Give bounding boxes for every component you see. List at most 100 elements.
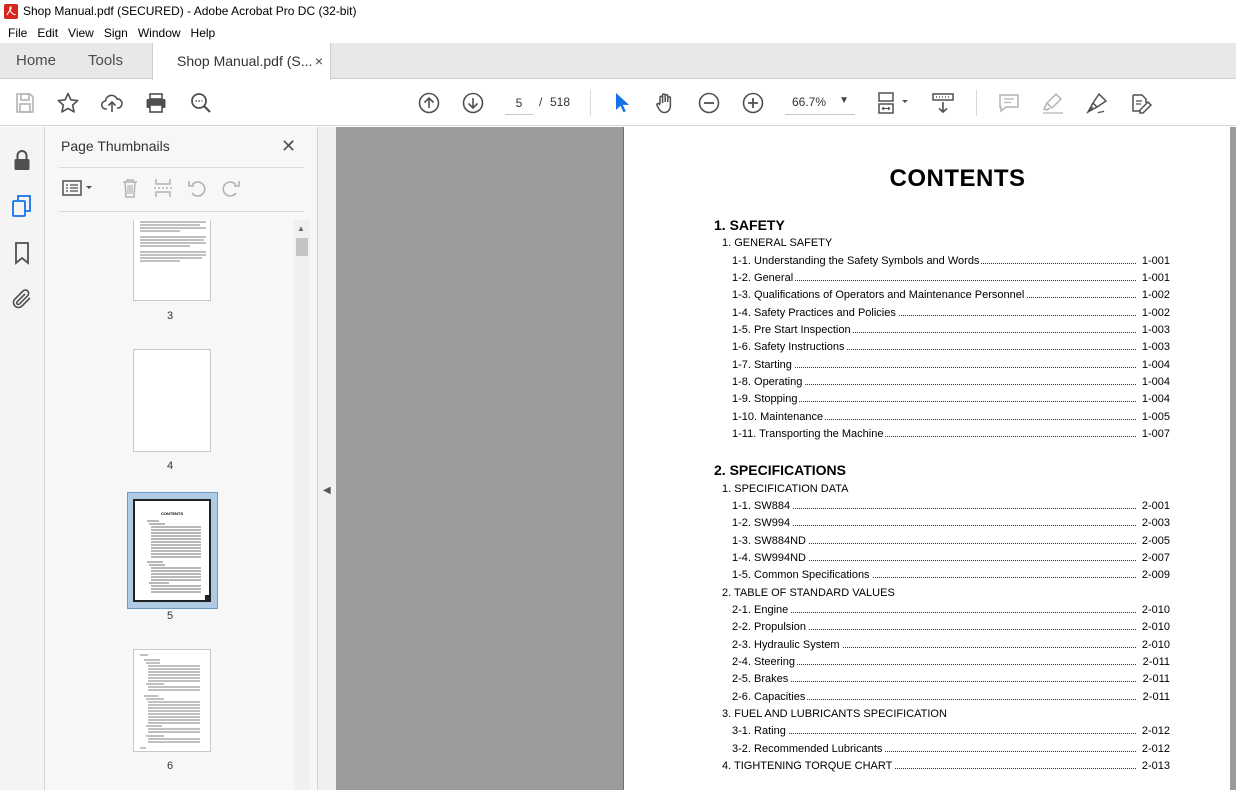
- insert-page-icon[interactable]: [152, 177, 174, 199]
- toc-group-title: 3. FUEL AND LUBRICANTS SPECIFICATION: [722, 708, 947, 720]
- thumbnail-preview: [140, 221, 206, 262]
- scroll-mode-icon[interactable]: [931, 91, 955, 115]
- thumbnail-scrollbar[interactable]: ▲: [294, 220, 310, 790]
- toc-entry[interactable]: 2-6. Capacities 2-011: [732, 691, 1170, 705]
- search-zoom-icon[interactable]: [189, 91, 213, 115]
- star-icon[interactable]: [56, 91, 80, 115]
- page-separator: /: [539, 95, 543, 109]
- menu-bar: File Edit View Sign Window Help: [0, 22, 1236, 43]
- toc-entry[interactable]: 1-11. Transporting the Machine 1-007: [732, 428, 1170, 442]
- zoom-in-icon[interactable]: [741, 91, 765, 115]
- left-navigation-rail: [0, 127, 45, 790]
- toc-group-title: 1. SPECIFICATION DATA: [722, 483, 849, 495]
- toc-entry[interactable]: 1-1. Understanding the Safety Symbols an…: [732, 255, 1170, 269]
- main-toolbar: / 518 66.7% ▼: [0, 80, 1236, 126]
- page-fit-icon[interactable]: [876, 91, 912, 115]
- tab-tools[interactable]: Tools: [88, 43, 123, 79]
- next-page-icon[interactable]: [461, 91, 485, 115]
- print-icon[interactable]: [144, 91, 168, 115]
- thumbnail-page-6[interactable]: [133, 649, 211, 752]
- toc-section-title: 1. SAFETY: [714, 217, 785, 233]
- toc-group-title: 2. TABLE OF STANDARD VALUES: [722, 587, 895, 599]
- page-thumbnails-panel: Page Thumbnails ✕ 3 4 CONTENTS 5 6 ▲: [45, 127, 317, 790]
- toc-entry[interactable]: 3-1. Rating 2-012: [732, 725, 1170, 739]
- options-menu-icon[interactable]: [61, 177, 97, 199]
- panel-divider: [59, 167, 304, 168]
- toc-entry[interactable]: 1-5. Common Specifications 2-009: [732, 569, 1170, 583]
- tab-document-label: Shop Manual.pdf (S...: [177, 53, 313, 69]
- lock-icon[interactable]: [10, 148, 34, 172]
- highlighter-icon[interactable]: [1041, 91, 1065, 115]
- toc-entry[interactable]: 4. TIGHTENING TORQUE CHART 2-013: [722, 760, 1170, 774]
- thumbnail-page-3[interactable]: [133, 220, 211, 301]
- toc-entry[interactable]: 1-7. Starting 1-004: [732, 359, 1170, 373]
- upload-cloud-icon[interactable]: [100, 91, 124, 115]
- toc-entry[interactable]: 3-2. Recommended Lubricants 2-012: [732, 743, 1170, 757]
- panel-close-button[interactable]: ✕: [281, 136, 296, 157]
- toc-entry[interactable]: 1-2. General 1-001: [732, 272, 1170, 286]
- toc-entry[interactable]: 2-2. Propulsion 2-010: [732, 621, 1170, 635]
- window-title: Shop Manual.pdf (SECURED) - Adobe Acroba…: [23, 4, 357, 18]
- tab-close-button[interactable]: ×: [315, 43, 323, 79]
- rotate-clockwise-icon[interactable]: [220, 177, 242, 199]
- document-view[interactable]: CONTENTS 1. SAFETY 1. GENERAL SAFETY 1-1…: [336, 127, 1236, 790]
- page-total: 518: [550, 95, 571, 109]
- toc-entry[interactable]: 2-4. Steering 2-011: [732, 656, 1170, 670]
- delete-page-icon[interactable]: [119, 177, 141, 199]
- tab-home[interactable]: Home: [16, 43, 56, 79]
- menu-window[interactable]: Window: [133, 26, 186, 40]
- panel-splitter[interactable]: ◀: [317, 127, 336, 790]
- attachment-paperclip-icon[interactable]: [10, 287, 34, 311]
- toc-entry[interactable]: 2-5. Brakes 2-011: [732, 673, 1170, 687]
- scrollbar-thumb[interactable]: [296, 238, 308, 256]
- toc-entry[interactable]: 1-6. Safety Instructions 1-003: [732, 341, 1170, 355]
- thumbnail-label: 3: [166, 310, 174, 322]
- menu-file[interactable]: File: [3, 26, 32, 40]
- toc-entry[interactable]: 1-2. SW994 2-003: [732, 517, 1170, 531]
- toc-entry[interactable]: 2-3. Hydraulic System 2-010: [732, 639, 1170, 653]
- toc-entry[interactable]: 2-1. Engine 2-010: [732, 604, 1170, 618]
- save-icon[interactable]: [13, 91, 37, 115]
- toc-entry[interactable]: 1-1. SW884 2-001: [732, 500, 1170, 514]
- select-cursor-icon[interactable]: [609, 91, 633, 115]
- hand-tool-icon[interactable]: [653, 91, 677, 115]
- sign-pen-icon[interactable]: [1085, 91, 1109, 115]
- page-number-input[interactable]: [505, 91, 533, 115]
- toc-section-title: 2. SPECIFICATIONS: [714, 462, 846, 478]
- menu-view[interactable]: View: [63, 26, 99, 40]
- previous-page-icon[interactable]: [417, 91, 441, 115]
- toc-entry[interactable]: 1-4. SW994ND 2-007: [732, 552, 1170, 566]
- thumbnail-preview: CONTENTS: [147, 511, 209, 600]
- thumbnail-page-4[interactable]: [133, 349, 211, 452]
- toc-entry[interactable]: 1-3. Qualifications of Operators and Mai…: [732, 289, 1170, 303]
- chevron-down-icon: ▼: [839, 95, 849, 106]
- tab-document[interactable]: Shop Manual.pdf (S... ×: [152, 43, 331, 80]
- thumbnail-label: 4: [166, 460, 174, 472]
- toc-entry[interactable]: 1-10. Maintenance 1-005: [732, 411, 1170, 425]
- zoom-dropdown[interactable]: 66.7% ▼: [785, 91, 855, 115]
- toc-entry[interactable]: 1-5. Pre Start Inspection 1-003: [732, 324, 1170, 338]
- toolbar-divider: [976, 90, 977, 116]
- zoom-out-icon[interactable]: [697, 91, 721, 115]
- thumbnail-label: 6: [166, 760, 174, 772]
- menu-sign[interactable]: Sign: [99, 26, 133, 40]
- toc-entry[interactable]: 1-4. Safety Practices and Policies 1-002: [732, 307, 1170, 321]
- scroll-up-arrow-icon[interactable]: ▲: [297, 224, 305, 233]
- toc-entry[interactable]: 1-3. SW884ND 2-005: [732, 535, 1170, 549]
- edit-pdf-icon[interactable]: [1129, 91, 1153, 115]
- tab-bar: Home Tools Shop Manual.pdf (S... ×: [0, 43, 1236, 80]
- menu-help[interactable]: Help: [186, 26, 221, 40]
- comment-icon[interactable]: [997, 91, 1021, 115]
- toc-entry[interactable]: 1-9. Stopping 1-004: [732, 393, 1170, 407]
- toc-entry[interactable]: 1-8. Operating 1-004: [732, 376, 1170, 390]
- menu-edit[interactable]: Edit: [32, 26, 63, 40]
- thumbnail-toolbar: [59, 174, 304, 204]
- pdf-page: CONTENTS 1. SAFETY 1. GENERAL SAFETY 1-1…: [623, 127, 1230, 790]
- bookmark-icon[interactable]: [10, 241, 34, 265]
- toc-group-title: 1. GENERAL SAFETY: [722, 237, 833, 249]
- collapse-panel-icon[interactable]: ◀: [323, 485, 331, 496]
- page-thumbnails-icon[interactable]: [10, 194, 34, 218]
- thumbnail-page-5[interactable]: CONTENTS: [133, 499, 211, 602]
- panel-divider: [59, 211, 304, 212]
- rotate-counterclockwise-icon[interactable]: [186, 177, 208, 199]
